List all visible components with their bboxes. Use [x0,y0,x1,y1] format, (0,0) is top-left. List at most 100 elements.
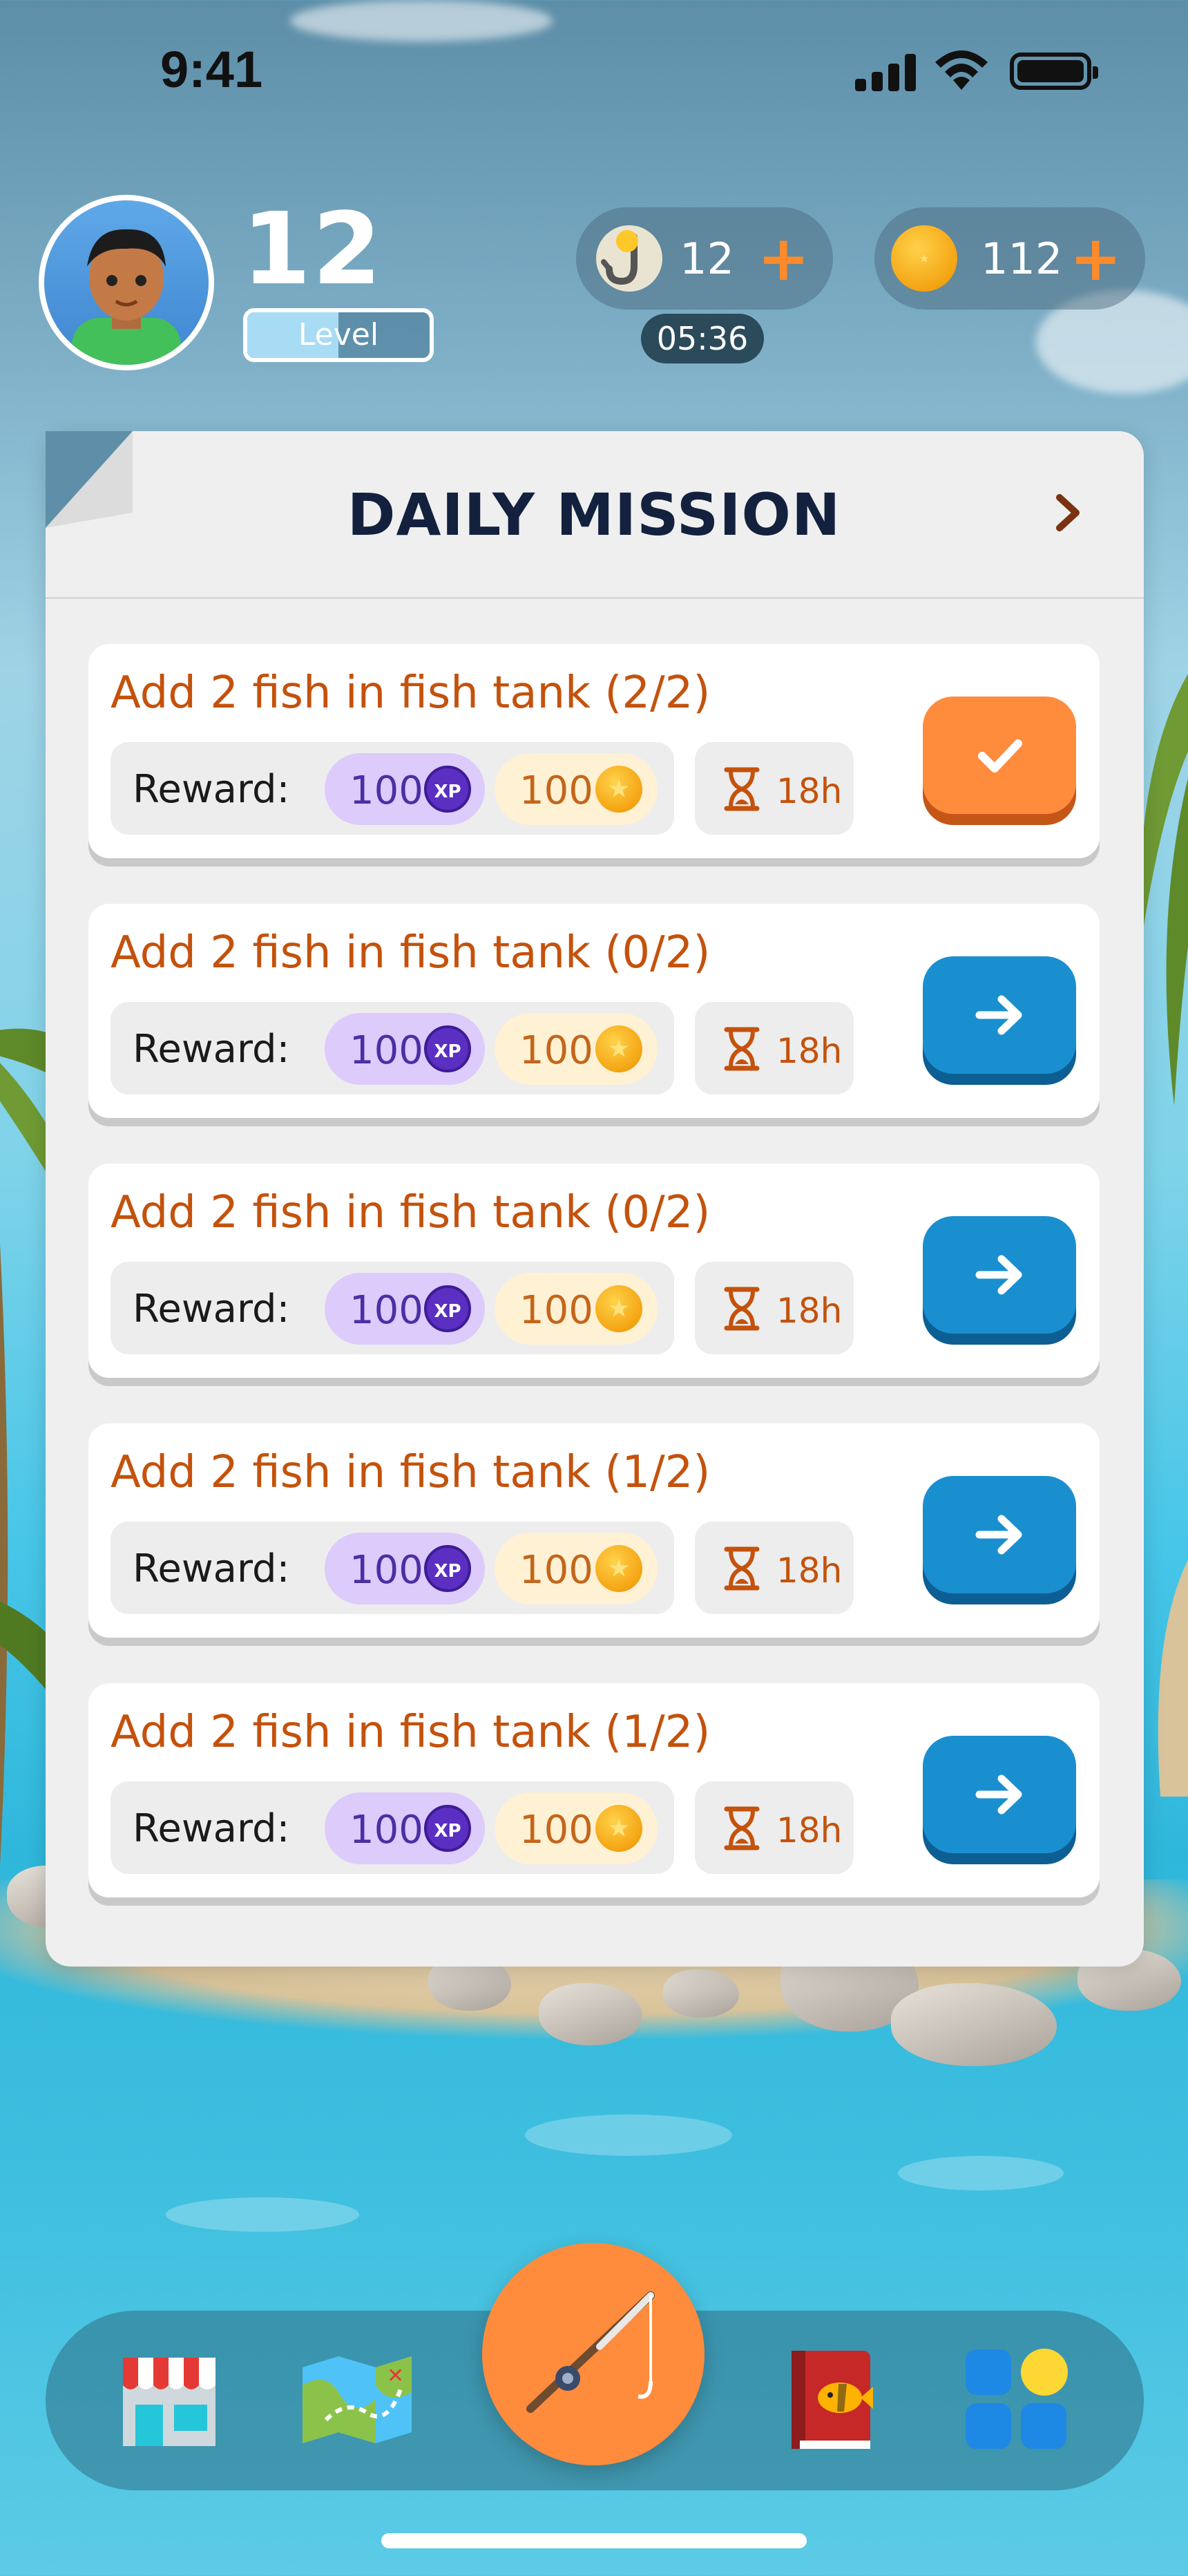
coin-reward-chip: 100 [495,1273,658,1345]
coin-icon [595,1545,642,1592]
arrow-right-icon [975,1255,1022,1295]
coins-count: 112 [981,233,1063,284]
shop-icon[interactable] [111,2344,228,2454]
xp-icon: XP [424,1285,471,1332]
fishing-hook-icon [596,225,662,292]
mission-time-left: 18h [695,1002,854,1095]
xp-icon: XP [424,1545,471,1592]
arrow-right-icon [975,1774,1022,1815]
status-bar: 9:41 [0,0,1188,138]
arrow-right-icon [975,1515,1022,1555]
xp-reward-chip: 100 XP [325,1013,485,1085]
hooks-counter: 12 + [576,207,833,310]
hooks-refill-timer: 05:36 [641,314,764,363]
mission-card: Add 2 fish in fish tank (1/2) Reward: 100 X… [88,1683,1100,1897]
player-level: 12 [242,191,383,307]
map-icon[interactable]: ✕ [298,2344,416,2454]
clock-time: 9:41 [160,41,263,98]
mission-go-button[interactable] [923,1476,1076,1593]
mission-reward: Reward: 100 XP 100 [111,742,674,835]
mission-title: Add 2 fish in fish tank (0/2) [111,1187,711,1238]
beach-rock [663,1969,739,2018]
xp-reward-chip: 100 XP [325,753,485,825]
panel-title: DAILY MISSION [347,481,841,549]
mission-reward: Reward: 100 XP 100 [111,1781,674,1874]
hourglass-icon [724,1027,760,1071]
add-coins-button[interactable]: + [1070,222,1122,295]
panel-divider [46,597,1144,599]
reward-label: Reward: [133,1287,290,1332]
coin-reward-chip: 100 [495,753,658,825]
mission-title: Add 2 fish in fish tank (0/2) [111,927,711,978]
mission-card: Add 2 fish in fish tank (1/2) Reward: 100 X… [88,1423,1100,1638]
time-left-value: 18h [776,1031,843,1071]
beach-rock [539,1983,642,2045]
fishing-rod-icon [526,2291,655,2413]
cellular-signal-icon [855,53,916,91]
arrow-right-icon [975,995,1022,1035]
mission-claimed-button[interactable] [923,697,1076,814]
reward-label: Reward: [133,1546,290,1591]
time-left-value: 18h [776,1551,843,1591]
xp-icon: XP [424,766,471,813]
fishing-button[interactable] [482,2243,705,2465]
level-label: Level [298,317,379,352]
player-avatar[interactable] [39,195,214,370]
mission-reward: Reward: 100 XP 100 [111,1522,674,1614]
reward-label: Reward: [133,1806,290,1851]
add-hooks-button[interactable]: + [758,222,809,295]
xp-reward-value: 100 [349,1288,423,1333]
xp-icon: XP [424,1805,471,1852]
xp-icon: XP [424,1025,471,1072]
mission-reward: Reward: 100 XP 100 [111,1002,674,1095]
checkmark-icon [978,739,1022,773]
wifi-icon [935,50,988,90]
xp-reward-value: 100 [349,1808,423,1853]
time-left-value: 18h [776,1810,843,1850]
hooks-count: 12 [680,233,734,284]
fish-book-icon[interactable] [772,2344,890,2454]
coin-reward-value: 100 [519,1808,593,1853]
hourglass-icon [724,1546,760,1591]
water-glint [525,2114,732,2156]
chevron-right-icon[interactable] [1043,488,1093,538]
mission-time-left: 18h [695,1522,854,1614]
xp-reward-chip: 100 XP [325,1273,485,1345]
coin-reward-value: 100 [519,1288,593,1333]
reward-label: Reward: [133,767,290,812]
coin-icon [891,225,957,292]
time-left-value: 18h [776,1291,843,1331]
coin-reward-chip: 100 [495,1792,658,1864]
reward-label: Reward: [133,1027,290,1072]
mission-title: Add 2 fish in fish tank (1/2) [111,1707,711,1758]
avatar-character-icon [72,229,181,365]
xp-reward-chip: 100 XP [325,1533,485,1604]
mission-time-left: 18h [695,742,854,835]
menu-grid-icon[interactable] [957,2344,1075,2454]
coin-reward-value: 100 [519,768,593,813]
home-indicator[interactable] [381,2533,807,2548]
mission-title: Add 2 fish in fish tank (2/2) [111,667,711,719]
coin-reward-value: 100 [519,1548,593,1593]
mission-go-button[interactable] [923,1216,1076,1334]
coin-reward-value: 100 [519,1028,593,1073]
mission-go-button[interactable] [923,1736,1076,1853]
svg-text:✕: ✕ [387,2364,404,2388]
mission-time-left: 18h [695,1262,854,1354]
mission-card: Add 2 fish in fish tank (0/2) Reward: 100 X… [88,904,1100,1118]
coin-icon [595,766,642,813]
hourglass-icon [724,1806,760,1850]
mission-go-button[interactable] [923,956,1076,1074]
xp-reward-value: 100 [349,1548,423,1593]
coin-reward-chip: 100 [495,1533,658,1604]
mission-card: Add 2 fish in fish tank (0/2) Reward: 100 X… [88,1164,1100,1378]
beach-rock [891,1983,1057,2066]
xp-reward-value: 100 [349,768,423,813]
mission-card: Add 2 fish in fish tank (2/2) Reward: 100 X… [88,644,1100,858]
coin-icon [595,1025,642,1072]
xp-reward-chip: 100 XP [325,1792,485,1864]
mission-reward: Reward: 100 XP 100 [111,1262,674,1354]
coin-reward-chip: 100 [495,1013,658,1085]
battery-icon [1010,53,1098,90]
mission-time-left: 18h [695,1781,854,1874]
